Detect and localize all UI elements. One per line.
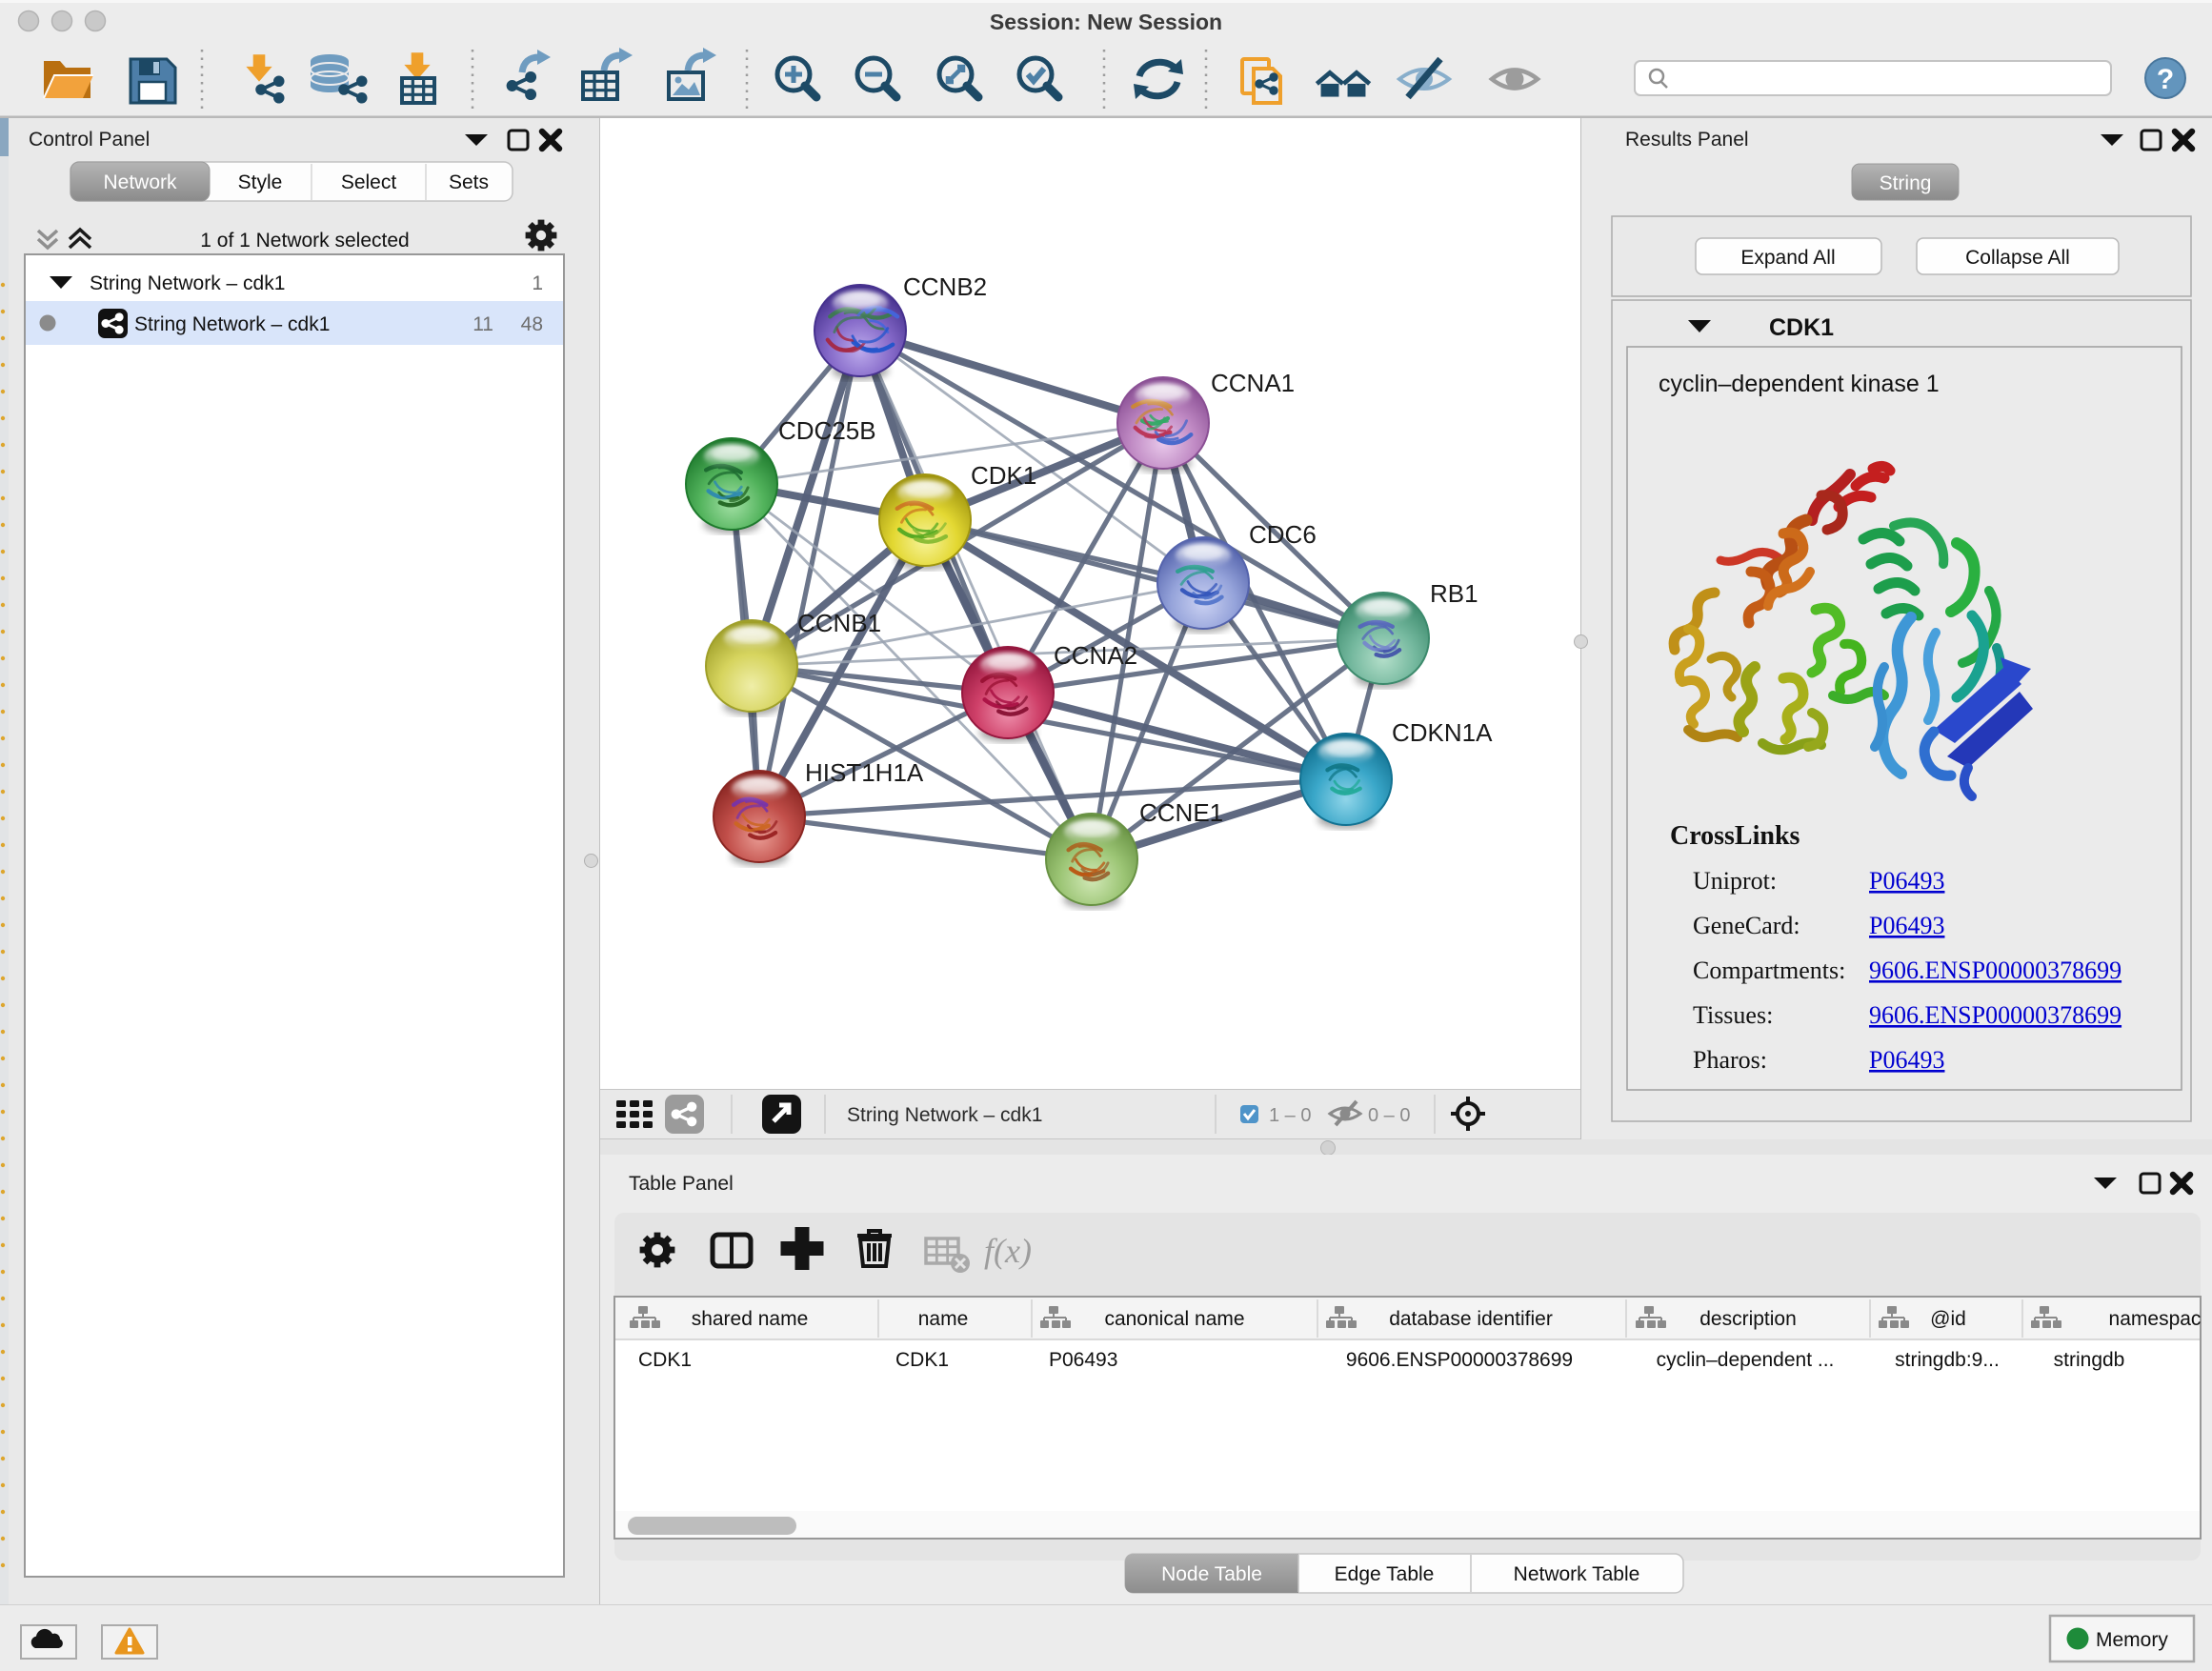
svg-text:?: ? [2157,64,2174,95]
svg-text:String Network – cdk1: String Network – cdk1 [847,1104,1042,1126]
svg-text:canonical name: canonical name [1104,1308,1244,1330]
svg-text:CDC6: CDC6 [1249,520,1317,549]
svg-text:CCNA1: CCNA1 [1211,369,1295,397]
svg-text:Session: New Session: Session: New Session [990,10,1222,34]
svg-text:9606.ENSP00000378699: 9606.ENSP00000378699 [1346,1349,1573,1371]
svg-text:9606.ENSP00000378699: 9606.ENSP00000378699 [1869,1001,2122,1029]
svg-text:RB1: RB1 [1430,579,1478,608]
svg-text:CrossLinks: CrossLinks [1670,821,1800,851]
svg-text:name: name [918,1308,969,1330]
svg-text:1 of 1 Network selected: 1 of 1 Network selected [200,230,409,252]
svg-text:P06493: P06493 [1049,1349,1117,1371]
svg-text:CCNB2: CCNB2 [903,272,987,301]
svg-text:CDK1: CDK1 [1769,314,1834,341]
svg-text:description: description [1699,1308,1797,1330]
svg-text:@id: @id [1930,1308,1966,1330]
svg-text:11: 11 [473,313,493,335]
svg-text:Memory: Memory [2096,1629,2168,1651]
svg-text:GeneCard:: GeneCard: [1693,912,1800,939]
svg-text:CCNE1: CCNE1 [1139,798,1223,827]
svg-text:CDK1: CDK1 [971,461,1036,490]
svg-text:stringdb:9...: stringdb:9... [1895,1349,2000,1371]
svg-text:Expand All: Expand All [1740,247,1835,269]
svg-text:Select: Select [341,171,397,193]
svg-text:Compartments:: Compartments: [1693,956,1845,984]
svg-text:Pharos:: Pharos: [1693,1046,1767,1074]
svg-text:String: String [1880,172,1932,194]
svg-text:1 – 0: 1 – 0 [1269,1105,1311,1126]
svg-text:Node Table: Node Table [1161,1563,1262,1585]
svg-text:P06493: P06493 [1869,1046,1944,1074]
svg-text:Tissues:: Tissues: [1693,1001,1773,1029]
svg-text:Results Panel: Results Panel [1625,129,1749,151]
svg-text:stringdb: stringdb [2054,1349,2125,1371]
svg-text:Style: Style [238,171,283,193]
svg-text:Collapse All: Collapse All [1965,247,2070,269]
svg-text:f(x): f(x) [984,1232,1032,1270]
svg-text:HIST1H1A: HIST1H1A [805,758,924,787]
svg-text:database identifier: database identifier [1389,1308,1553,1330]
svg-text:CDKN1A: CDKN1A [1392,718,1493,747]
svg-text:cyclin–dependent kinase 1: cyclin–dependent kinase 1 [1659,371,1940,397]
svg-text:Network Table: Network Table [1514,1563,1640,1585]
svg-text:Edge Table: Edge Table [1335,1563,1435,1585]
svg-text:CDC25B: CDC25B [778,416,876,445]
svg-text:48: 48 [521,313,543,335]
svg-text:CDK1: CDK1 [895,1349,949,1371]
svg-text:CCNB1: CCNB1 [797,609,881,637]
svg-text:Sets: Sets [449,171,489,193]
svg-text:Network: Network [103,171,177,193]
svg-text:shared name: shared name [692,1308,809,1330]
svg-text:1: 1 [532,272,543,294]
svg-text:Table Panel: Table Panel [629,1173,734,1195]
svg-text:CCNA2: CCNA2 [1054,641,1137,670]
svg-text:P06493: P06493 [1869,867,1944,895]
svg-text:9606.ENSP00000378699: 9606.ENSP00000378699 [1869,956,2122,984]
svg-text:cyclin–dependent ...: cyclin–dependent ... [1657,1349,1835,1371]
svg-text:Uniprot:: Uniprot: [1693,867,1777,895]
svg-text:Control Panel: Control Panel [29,129,150,151]
svg-text:String Network – cdk1: String Network – cdk1 [134,313,330,335]
svg-text:String Network – cdk1: String Network – cdk1 [90,272,285,294]
svg-text:P06493: P06493 [1869,912,1944,939]
svg-text:0 – 0: 0 – 0 [1368,1105,1410,1126]
svg-text:CDK1: CDK1 [638,1349,692,1371]
svg-text:namespac: namespac [2109,1308,2202,1330]
